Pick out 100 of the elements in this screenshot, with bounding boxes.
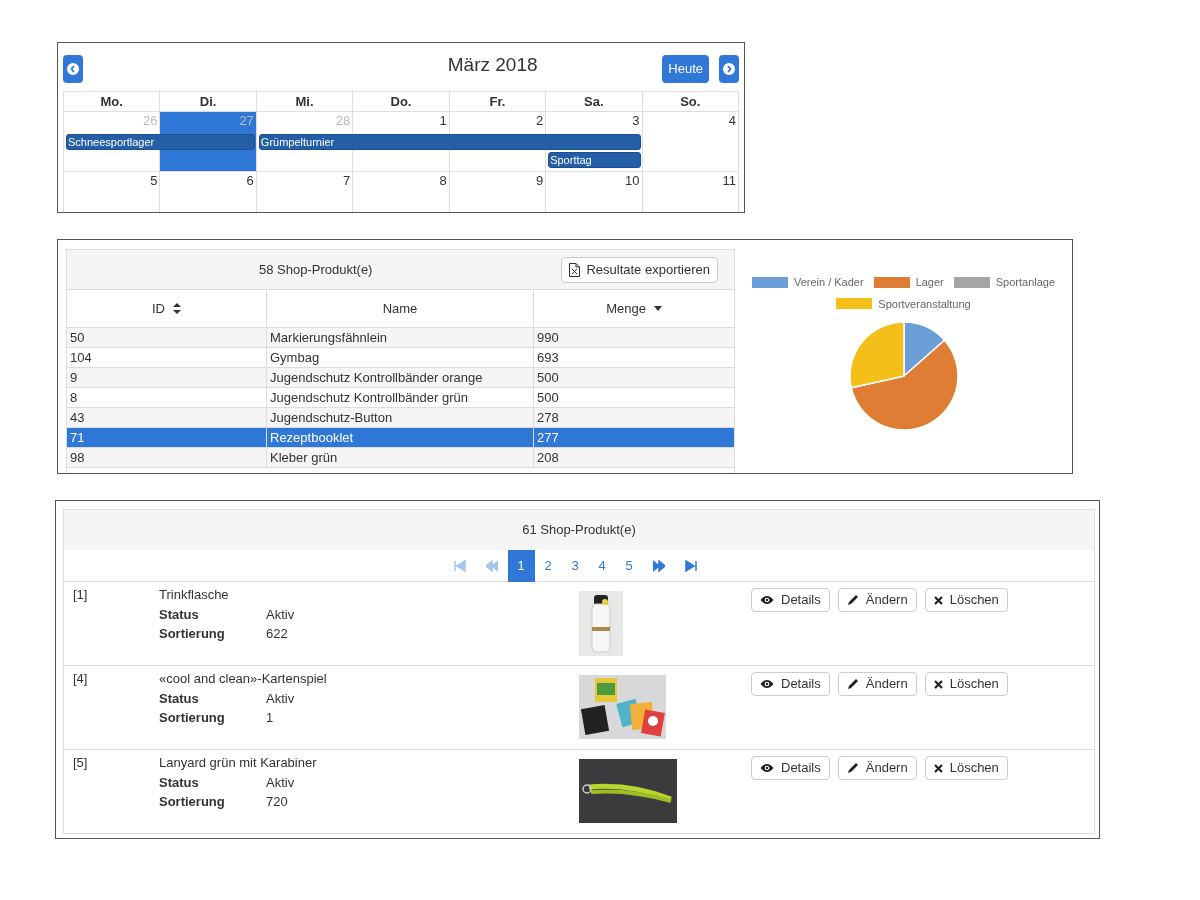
eye-icon (760, 763, 774, 773)
legend-item: Lager (873, 274, 944, 291)
previous-month-button[interactable] (63, 54, 83, 83)
field-label: Status (159, 773, 200, 792)
pencil-icon (846, 594, 859, 606)
table-row[interactable]: 98 Kleber grün 208 (67, 448, 734, 468)
eye-icon (760, 595, 774, 605)
product-name: «cool and clean»-Kartenspiel (159, 670, 328, 688)
table-cell: 9 (70, 370, 78, 385)
item-index: [1] (73, 587, 88, 602)
table-cell: 71 (70, 430, 85, 445)
day-number: 10 (625, 172, 640, 190)
details-button[interactable]: Details (751, 756, 830, 780)
page-button[interactable]: 1 (507, 550, 535, 582)
table-cell: Jugendschutz Kontrollbänder orange (270, 370, 483, 385)
table-cell: Jugendschutz Kontrollbänder grün (270, 390, 469, 405)
page-button[interactable]: 4 (588, 550, 616, 582)
sort-icon (173, 303, 181, 314)
details-button[interactable]: Details (751, 588, 830, 612)
list-title: 61 Shop-Produkt(e) (522, 521, 636, 540)
field-value: Aktiv (266, 773, 295, 792)
field-value: 1 (266, 709, 274, 727)
day-number: 4 (728, 112, 736, 130)
legend-item: Sportveranstaltung (836, 295, 971, 312)
table-cell: 50 (70, 330, 85, 345)
table-cell: 43 (70, 410, 85, 425)
table-cell: Rezeptbooklet (270, 430, 354, 445)
edit-button[interactable]: Ändern (837, 672, 917, 696)
calendar-event[interactable]: Schneesportlager (66, 134, 255, 150)
field-label: Sortierung (159, 793, 226, 811)
day-number: 2 (535, 112, 544, 130)
field-value: Aktiv (266, 689, 295, 708)
today-button[interactable]: Heute (662, 54, 709, 83)
edit-button[interactable]: Ändern (837, 588, 917, 612)
column-header[interactable]: ID (67, 290, 267, 327)
table-row[interactable]: 50 Markierungsfähnlein 990 (67, 328, 734, 348)
table-cell: 277 (537, 430, 559, 445)
day-number: 1 (439, 112, 447, 130)
field-label: Status (159, 689, 200, 708)
caret-down-icon (653, 306, 662, 311)
rewind-icon (485, 560, 498, 572)
table-cell: 990 (537, 330, 559, 345)
export-button[interactable]: Resultate exportieren (561, 256, 718, 283)
column-header[interactable]: Name (267, 290, 534, 327)
day-number: 3 (632, 112, 640, 130)
delete-button[interactable]: Löschen (924, 588, 1008, 612)
legend-item: Sportanlage (953, 274, 1056, 291)
table-cell: 278 (537, 410, 559, 425)
column-header[interactable]: Menge (534, 290, 734, 327)
field-label: Sortierung (159, 709, 226, 727)
next-month-button[interactable] (719, 54, 739, 83)
calendar-event[interactable]: Sporttag (548, 152, 641, 168)
table-row[interactable]: 43 Jugendschutz-Button 278 (67, 408, 734, 428)
pencil-icon (846, 678, 859, 690)
table-cell: Kleber grün (270, 450, 338, 465)
chevron-right-icon (723, 62, 735, 75)
page-button[interactable]: 2 (534, 550, 562, 582)
close-icon (933, 679, 943, 689)
day-number: 26 (142, 112, 158, 130)
table-cell: 98 (70, 450, 85, 465)
table-row[interactable]: 104 Gymbag 693 (67, 348, 734, 368)
table-cell: Markierungsfähnlein (270, 330, 388, 345)
table-cell: 104 (70, 350, 92, 365)
day-number: 28 (335, 112, 351, 130)
table-cell: 693 (537, 350, 559, 365)
spreadsheet-file-icon (569, 262, 581, 277)
day-number: 27 (239, 112, 254, 130)
table-cell: Jugendschutz-Button (270, 410, 393, 425)
field-value: 720 (266, 793, 288, 811)
item-index: [5] (73, 755, 88, 770)
eye-icon (760, 679, 774, 689)
table-cell: 208 (537, 450, 559, 465)
table-cell: 8 (70, 390, 78, 405)
item-index: [4] (73, 671, 88, 686)
table-row[interactable]: 9 Jugendschutz Kontrollbänder orange 500 (67, 368, 734, 388)
table-title: 58 Shop-Produkt(e) (259, 260, 373, 279)
product-name: Trinkflasche (159, 586, 230, 604)
pencil-icon (846, 762, 859, 774)
day-number: 7 (343, 172, 351, 190)
day-number: 5 (150, 172, 158, 190)
skip-last-icon (684, 560, 697, 572)
chevron-left-icon (67, 62, 79, 75)
table-row[interactable]: 8 Jugendschutz Kontrollbänder grün 500 (67, 388, 734, 408)
skip-first-icon (453, 560, 466, 572)
edit-button[interactable]: Ändern (837, 756, 917, 780)
fast-forward-icon (652, 560, 665, 572)
day-number: 9 (535, 172, 544, 190)
delete-button[interactable]: Löschen (924, 756, 1008, 780)
table-row[interactable]: 71 Rezeptbooklet 277 (67, 428, 734, 448)
field-value: 622 (266, 625, 288, 643)
calendar-event[interactable]: Grümpelturnier (258, 134, 641, 150)
day-number: 11 (722, 172, 736, 190)
delete-button[interactable]: Löschen (924, 672, 1008, 696)
field-value: Aktiv (266, 605, 295, 624)
details-button[interactable]: Details (751, 672, 830, 696)
legend-item: Verein / Kader (751, 274, 864, 291)
close-icon (933, 595, 943, 605)
table-cell: 500 (537, 390, 559, 405)
page-button[interactable]: 5 (615, 550, 643, 582)
page-button[interactable]: 3 (561, 550, 589, 582)
